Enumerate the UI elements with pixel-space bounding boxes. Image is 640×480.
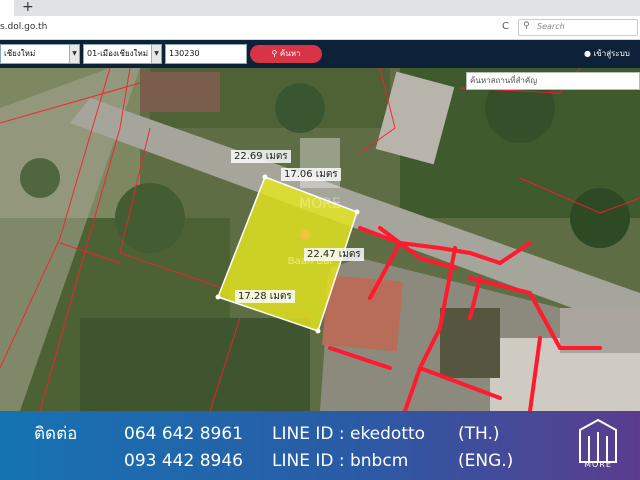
dimension-label: 17.06 เมตร	[281, 168, 341, 181]
user-icon: ●	[584, 49, 591, 58]
login-button[interactable]: ● เข้าสู่ระบบ	[584, 48, 630, 60]
satellite-map: MORE Baan Bai	[0, 68, 640, 411]
line-id: LINE ID : bnbcm	[272, 451, 409, 471]
browser-tab[interactable]	[0, 0, 14, 16]
province-value: เชียงใหม่	[4, 49, 36, 58]
dimension-label: 17.28 เมตร	[235, 290, 295, 303]
app-toolbar: เชียงใหม่ ▼ 01-เมืองเชียงใหม่ ▼ 130230 ⚲…	[0, 40, 640, 68]
search-icon: ⚲	[523, 21, 530, 31]
url-field[interactable]: s.dol.go.th	[0, 20, 47, 34]
landmark-search-input[interactable]: ค้นหาสถานที่สำคัญ	[466, 72, 640, 90]
phone-number: 093 442 8946	[124, 451, 243, 471]
language-tag: (TH.)	[458, 424, 500, 444]
dimension-label: 22.47 เมตร	[304, 248, 364, 261]
district-value: 01-เมืองเชียงใหม่	[87, 49, 148, 58]
address-bar: s.dol.go.th C ⚲ Search	[0, 16, 640, 40]
map-watermark: MORE	[299, 196, 341, 212]
logo-text: MORE	[584, 460, 612, 469]
search-button[interactable]: ⚲ ค้นหา	[250, 45, 322, 63]
dimension-label: 22.69 เมตร	[231, 150, 291, 163]
browser-search-placeholder: Search	[537, 22, 565, 31]
new-tab-button[interactable]: +	[22, 0, 34, 15]
landmark-search-placeholder: ค้นหาสถานที่สำคัญ	[470, 76, 538, 85]
province-select[interactable]: เชียงใหม่ ▼	[0, 44, 80, 64]
phone-number: 064 642 8961	[124, 424, 243, 444]
line-id: LINE ID : ekedotto	[272, 424, 426, 444]
reload-icon[interactable]: C	[502, 20, 509, 34]
browser-tab-strip: +	[0, 0, 640, 16]
parcel-number-value: 130230	[169, 49, 200, 58]
parcel-number-input[interactable]: 130230	[165, 44, 247, 64]
contact-banner: ติดต่อ 064 642 8961 LINE ID : ekedotto (…	[0, 411, 640, 480]
language-tag: (ENG.)	[458, 451, 514, 471]
search-icon: ⚲	[271, 49, 278, 58]
search-button-label: ค้นหา	[279, 49, 301, 58]
chevron-down-icon: ▼	[69, 45, 79, 63]
district-select[interactable]: 01-เมืองเชียงใหม่ ▼	[83, 44, 162, 64]
contact-label: ติดต่อ	[34, 424, 78, 444]
map-view[interactable]: MORE Baan Bai ค้นหาสถานที่สำคัญ 22.69 เม…	[0, 68, 640, 411]
chevron-down-icon: ▼	[151, 45, 161, 63]
browser-search-input[interactable]: ⚲ Search	[518, 19, 638, 36]
login-label: เข้าสู่ระบบ	[593, 49, 630, 58]
